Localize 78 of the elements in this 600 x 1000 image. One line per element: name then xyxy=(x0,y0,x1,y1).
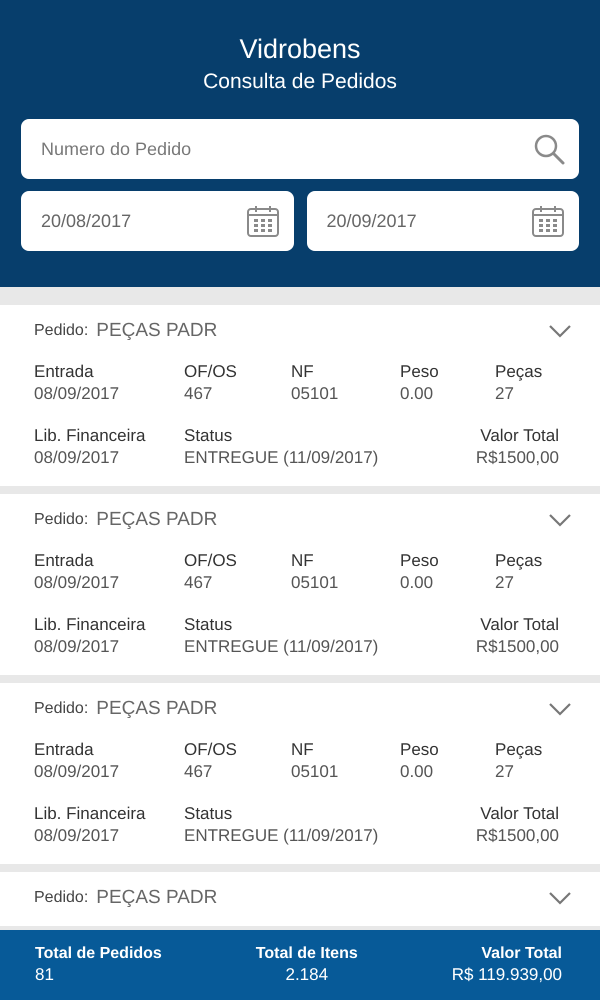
order-card[interactable]: Pedido: PEÇAS PADR Entrada 08/09/2017 OF/OS 467 NF 05101 Peso 0.00 Peças 27 Lib. Financeira 08/09/2017 Status ENTREGUE (11/09/2017) Valor Total R$1500,00 xyxy=(0,305,600,486)
total-value: 81 xyxy=(35,964,55,986)
field-label: NF xyxy=(291,739,315,760)
order-name: PEÇAS PADR xyxy=(96,698,218,720)
order-card[interactable]: Pedido: PEÇAS PADR xyxy=(0,872,600,926)
field-value: 0.00 xyxy=(400,383,434,405)
chevron-icon[interactable] xyxy=(548,513,572,527)
calendar-icon[interactable] xyxy=(531,204,565,238)
field-label: OF/OS xyxy=(184,739,238,760)
field-value: 08/09/2017 xyxy=(34,447,120,469)
total-value: R$ 119.939,00 xyxy=(452,964,562,986)
total-label: Valor Total xyxy=(481,944,562,964)
field-value: 0.00 xyxy=(400,572,434,594)
order-label: Pedido: xyxy=(34,511,88,529)
field-value: ENTREGUE (11/09/2017) xyxy=(184,636,380,658)
search-field[interactable]: Numero do Pedido xyxy=(21,119,579,179)
field-label: Entrada xyxy=(34,739,95,760)
chevron-icon[interactable] xyxy=(548,891,572,905)
field-label: Entrada xyxy=(34,550,95,571)
field-value: 27 xyxy=(495,572,515,594)
field-label: NF xyxy=(291,361,315,382)
field-label: Peso xyxy=(400,361,440,382)
chevron-icon[interactable] xyxy=(548,702,572,716)
order-label: Pedido: xyxy=(34,700,88,718)
field-label: Lib. Financeira xyxy=(34,803,147,824)
field-value: 05101 xyxy=(291,761,340,783)
search-icon[interactable] xyxy=(533,133,565,165)
order-label: Pedido: xyxy=(34,889,88,907)
chevron-icon[interactable] xyxy=(548,324,572,338)
field-label: Peças xyxy=(495,550,544,571)
field-label: Valor Total xyxy=(480,425,559,446)
field-value: ENTREGUE (11/09/2017) xyxy=(184,825,380,847)
order-card[interactable]: Pedido: PEÇAS PADR Entrada 08/09/2017 OF/OS 467 NF 05101 Peso 0.00 Peças 27 Lib. Financeira 08/09/2017 Status ENTREGUE (11/09/2017) Valor Total R$1500,00 xyxy=(0,683,600,864)
field-label: OF/OS xyxy=(184,361,238,382)
field-label: Status xyxy=(184,614,234,635)
total-value: 2.184 xyxy=(285,964,328,986)
field-label: Peso xyxy=(400,550,440,571)
field-label: Valor Total xyxy=(480,803,559,824)
total-label: Total de Itens xyxy=(256,944,358,964)
field-label: Peças xyxy=(495,739,544,760)
field-value: R$1500,00 xyxy=(476,636,559,658)
field-value: 08/09/2017 xyxy=(34,383,120,405)
field-label: Lib. Financeira xyxy=(34,425,147,446)
field-label: Status xyxy=(184,803,234,824)
field-value: 27 xyxy=(495,761,515,783)
field-value: 27 xyxy=(495,383,515,405)
field-label: Lib. Financeira xyxy=(34,614,147,635)
field-label: Entrada xyxy=(34,361,95,382)
field-label: Peso xyxy=(400,739,440,760)
app-title: Vidrobens xyxy=(239,33,361,66)
field-value: 08/09/2017 xyxy=(34,572,120,594)
field-value: R$1500,00 xyxy=(476,447,559,469)
date-field[interactable]: 20/08/2017 xyxy=(21,191,294,251)
order-card[interactable]: Pedido: PEÇAS PADR Entrada 08/09/2017 OF/OS 467 NF 05101 Peso 0.00 Peças 27 Lib. Financeira 08/09/2017 Status ENTREGUE (11/09/2017) Valor Total R$1500,00 xyxy=(0,494,600,675)
field-label: OF/OS xyxy=(184,550,238,571)
field-value: 467 xyxy=(184,572,214,594)
field-value: 05101 xyxy=(291,572,340,594)
field-value: 08/09/2017 xyxy=(34,636,120,658)
calendar-icon[interactable] xyxy=(246,204,280,238)
page-title: Consulta de Pedidos xyxy=(203,69,397,95)
order-name: PEÇAS PADR xyxy=(96,320,218,342)
field-value: 467 xyxy=(184,383,214,405)
field-value: R$1500,00 xyxy=(476,825,559,847)
field-label: NF xyxy=(291,550,315,571)
field-value: ENTREGUE (11/09/2017) xyxy=(184,447,380,469)
field-value: 0.00 xyxy=(400,761,434,783)
order-label: Pedido: xyxy=(34,322,88,340)
total-label: Total de Pedidos xyxy=(35,944,162,964)
field-value: 08/09/2017 xyxy=(34,761,120,783)
order-name: PEÇAS PADR xyxy=(96,887,218,909)
order-name: PEÇAS PADR xyxy=(96,509,218,531)
field-label: Peças xyxy=(495,361,544,382)
field-value: 05101 xyxy=(291,383,340,405)
date-field[interactable]: 20/09/2017 xyxy=(306,191,579,251)
field-label: Status xyxy=(184,425,234,446)
field-label: Valor Total xyxy=(480,614,559,635)
field-value: 467 xyxy=(184,761,214,783)
field-value: 08/09/2017 xyxy=(34,825,120,847)
